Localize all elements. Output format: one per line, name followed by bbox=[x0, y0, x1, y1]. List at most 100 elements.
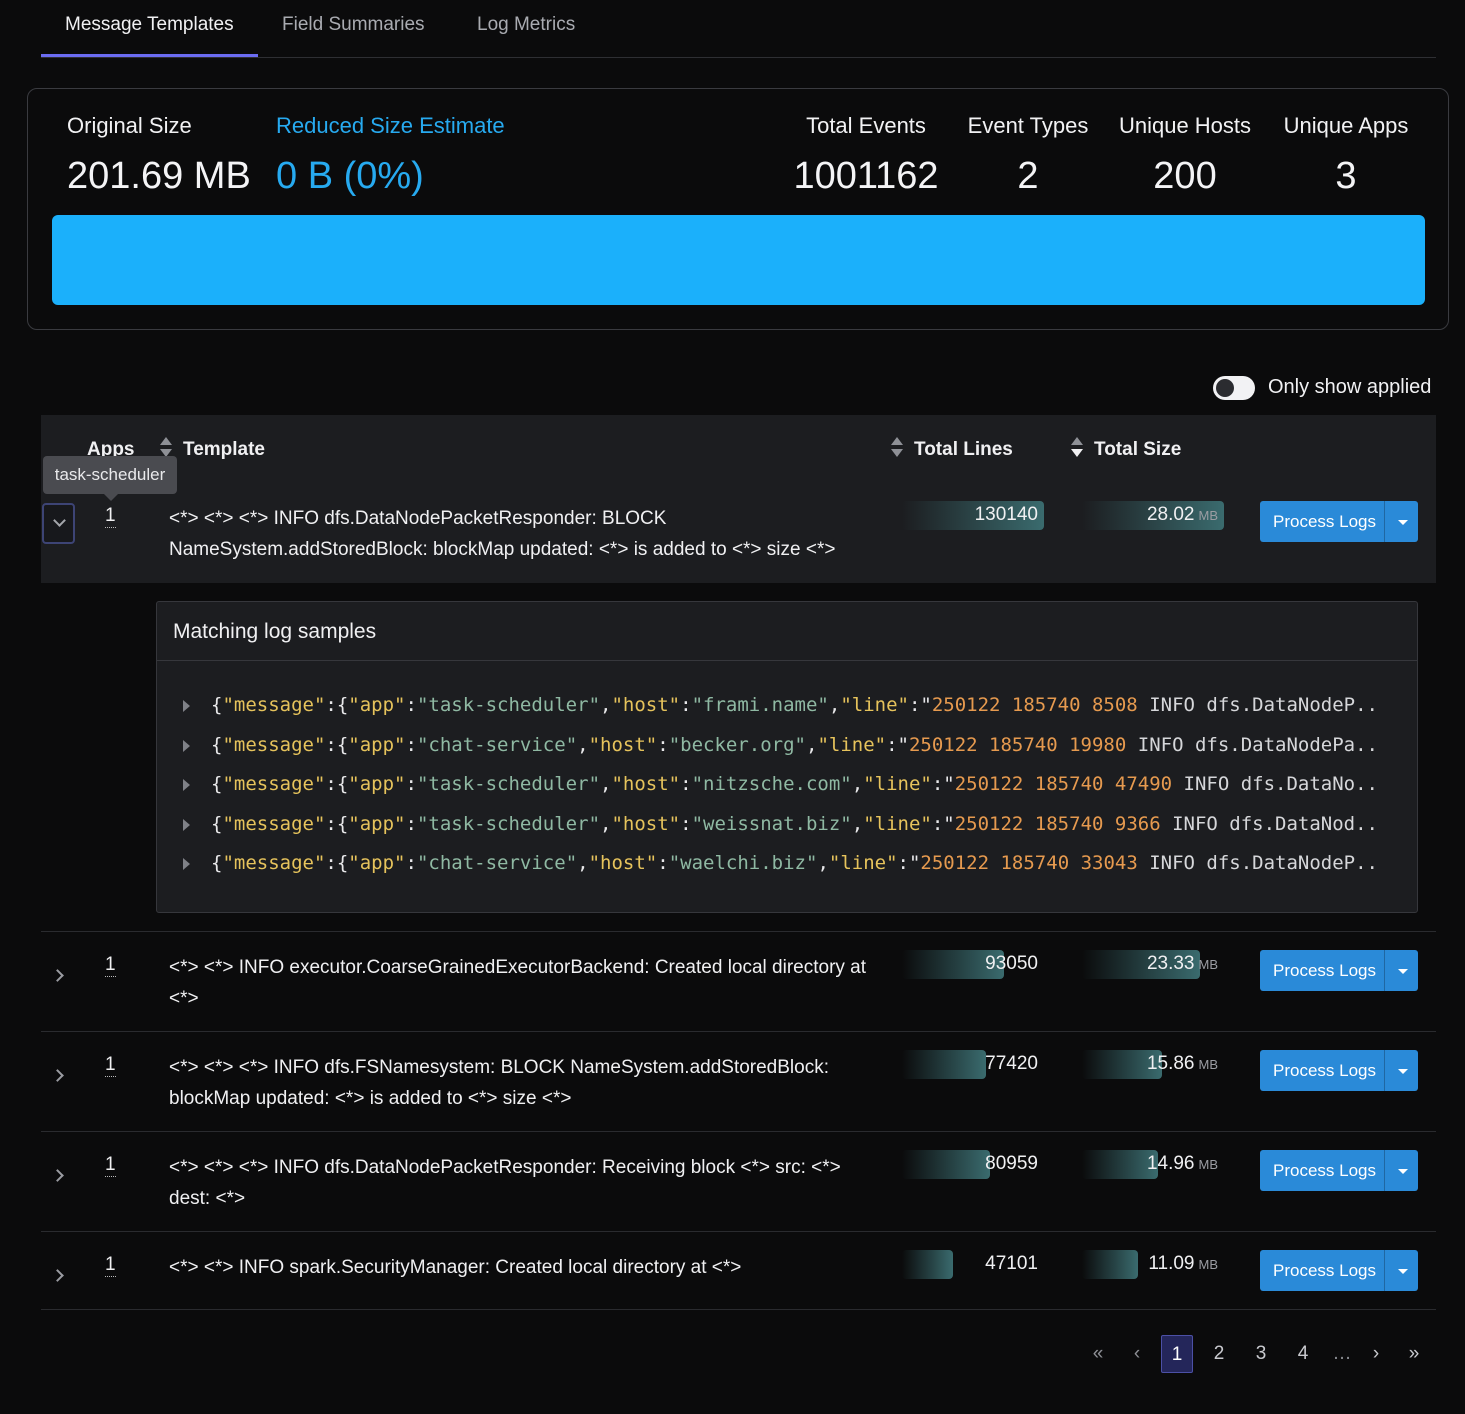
process-logs-button[interactable]: Process Logs bbox=[1260, 1150, 1418, 1191]
total-lines-value: 47101 bbox=[985, 1253, 1038, 1274]
total-size-value: 28.02 MB bbox=[1147, 504, 1218, 526]
apps-count[interactable]: 1 bbox=[105, 1154, 116, 1177]
sample-line-number: 250122 185740 33043 bbox=[920, 852, 1138, 874]
unique-hosts-value: 200 bbox=[1153, 155, 1217, 197]
sample-app: task-scheduler bbox=[428, 813, 589, 835]
collapse-chevron-icon[interactable] bbox=[42, 503, 75, 544]
summary-card: Original Size 201.69 MB Reduced Size Est… bbox=[27, 88, 1449, 330]
total-lines-value: 93050 bbox=[985, 953, 1038, 974]
tooltip-arrow bbox=[104, 494, 118, 501]
process-logs-button[interactable]: Process Logs bbox=[1260, 501, 1418, 542]
button-divider bbox=[1384, 1150, 1385, 1191]
apps-count[interactable]: 1 bbox=[105, 954, 116, 977]
sample-rest: INFO dfs.DataNodeP... bbox=[1149, 852, 1381, 874]
dropdown-caret-icon[interactable] bbox=[1398, 1069, 1408, 1074]
size-number: 23.33 bbox=[1146, 953, 1195, 974]
reduced-size-value: 0 B (0%) bbox=[276, 155, 424, 197]
sample-app: task-scheduler bbox=[428, 694, 589, 716]
size-unit: MB bbox=[1198, 957, 1219, 972]
dropdown-caret-icon[interactable] bbox=[1398, 1169, 1408, 1174]
expand-chevron-icon[interactable] bbox=[47, 1165, 69, 1187]
column-header-total-lines[interactable]: Total Lines bbox=[914, 439, 1013, 461]
original-size-value: 201.69 MB bbox=[67, 155, 251, 197]
process-logs-label: Process Logs bbox=[1273, 1161, 1376, 1180]
total-events-value: 1001162 bbox=[793, 155, 939, 197]
next-page-button[interactable]: › bbox=[1360, 1335, 1392, 1373]
expand-triangle-icon[interactable] bbox=[183, 700, 190, 712]
expand-chevron-icon[interactable] bbox=[47, 965, 69, 987]
total-size-value: 11.09 MB bbox=[1148, 1253, 1218, 1275]
only-show-applied-toggle[interactable] bbox=[1213, 376, 1255, 400]
sort-icon[interactable] bbox=[890, 437, 904, 459]
sample-rest: INFO dfs.DataNo... bbox=[1183, 773, 1381, 795]
tab-message-templates[interactable]: Message Templates bbox=[65, 14, 234, 36]
page-2-button[interactable]: 2 bbox=[1203, 1335, 1235, 1373]
sample-host: weissnat.biz bbox=[703, 813, 841, 835]
apps-count[interactable]: 1 bbox=[105, 1254, 116, 1277]
expand-triangle-icon[interactable] bbox=[183, 858, 190, 870]
log-sample-line[interactable]: {"message":{"app":"task-scheduler","host… bbox=[181, 693, 1381, 721]
only-show-applied-label: Only show applied bbox=[1268, 376, 1432, 398]
page-1-button[interactable]: 1 bbox=[1161, 1335, 1193, 1373]
expand-triangle-icon[interactable] bbox=[183, 740, 190, 752]
log-sample-line[interactable]: {"message":{"app":"chat-service","host":… bbox=[181, 851, 1381, 879]
process-logs-button[interactable]: Process Logs bbox=[1260, 1250, 1418, 1291]
total-lines-bar bbox=[902, 1150, 990, 1179]
last-page-button[interactable]: » bbox=[1398, 1335, 1430, 1373]
size-reduction-bar bbox=[52, 215, 1425, 305]
sample-app: chat-service bbox=[428, 734, 566, 756]
tab-field-summaries[interactable]: Field Summaries bbox=[282, 14, 425, 36]
process-logs-button[interactable]: Process Logs bbox=[1260, 950, 1418, 991]
size-number: 15.86 bbox=[1146, 1053, 1195, 1074]
sample-rest: INFO dfs.DataNod... bbox=[1172, 813, 1381, 835]
event-types-label: Event Types bbox=[967, 113, 1089, 138]
original-size-label: Original Size bbox=[67, 113, 192, 138]
total-lines-bar bbox=[902, 1050, 986, 1079]
page-3-button[interactable]: 3 bbox=[1245, 1335, 1277, 1373]
expand-triangle-icon[interactable] bbox=[183, 779, 190, 791]
sample-rest: INFO dfs.DataNodePa... bbox=[1137, 734, 1381, 756]
process-logs-label: Process Logs bbox=[1273, 1261, 1376, 1280]
column-header-template[interactable]: Template bbox=[183, 439, 265, 461]
size-unit: MB bbox=[1198, 1157, 1219, 1172]
total-size-value: 14.96 MB bbox=[1147, 1153, 1218, 1175]
size-number: 11.09 bbox=[1148, 1253, 1195, 1274]
total-size-value: 15.86 MB bbox=[1147, 1053, 1218, 1075]
process-logs-button[interactable]: Process Logs bbox=[1260, 1050, 1418, 1091]
dropdown-caret-icon[interactable] bbox=[1398, 520, 1408, 525]
expand-triangle-icon[interactable] bbox=[183, 819, 190, 831]
apps-count[interactable]: 1 bbox=[105, 1054, 116, 1077]
button-divider bbox=[1384, 950, 1385, 991]
template-text: <*> <*> <*> INFO dfs.DataNodePacketRespo… bbox=[169, 508, 836, 560]
log-sample-line[interactable]: {"message":{"app":"chat-service","host":… bbox=[181, 733, 1381, 761]
tab-log-metrics[interactable]: Log Metrics bbox=[477, 14, 575, 36]
first-page-button[interactable]: « bbox=[1082, 1335, 1114, 1373]
table-header: Apps Template Total Lines Total Size bbox=[41, 415, 1436, 483]
size-unit: MB bbox=[1198, 508, 1219, 523]
expand-chevron-icon[interactable] bbox=[47, 1265, 69, 1287]
tab-bar: Message Templates Field Summaries Log Me… bbox=[41, 0, 1436, 58]
page-4-button[interactable]: 4 bbox=[1287, 1335, 1319, 1373]
dropdown-caret-icon[interactable] bbox=[1398, 1269, 1408, 1274]
total-lines-bar bbox=[902, 1250, 953, 1279]
event-types-value: 2 bbox=[1017, 155, 1039, 197]
expand-chevron-icon[interactable] bbox=[47, 1065, 69, 1087]
dropdown-caret-icon[interactable] bbox=[1398, 969, 1408, 974]
template-text: <*> <*> INFO executor.CoarseGrainedExecu… bbox=[169, 957, 867, 1009]
reduced-size-label: Reduced Size Estimate bbox=[276, 113, 505, 138]
total-lines-value: 80959 bbox=[985, 1153, 1038, 1174]
matching-log-samples-panel: Matching log samples {"message":{"app":"… bbox=[156, 601, 1418, 913]
log-sample-line[interactable]: {"message":{"app":"task-scheduler","host… bbox=[181, 772, 1381, 800]
total-events-label: Total Events bbox=[806, 113, 926, 138]
button-divider bbox=[1384, 501, 1385, 542]
previous-page-button[interactable]: ‹ bbox=[1121, 1335, 1153, 1373]
sample-app: chat-service bbox=[428, 852, 566, 874]
apps-count[interactable]: 1 bbox=[105, 505, 116, 528]
button-divider bbox=[1384, 1050, 1385, 1091]
sort-descending-icon[interactable] bbox=[1070, 437, 1084, 459]
column-header-total-size[interactable]: Total Size bbox=[1094, 439, 1181, 461]
table-row: 1 <*> <*> INFO spark.SecurityManager: Cr… bbox=[41, 1232, 1436, 1310]
sample-line-number: 250122 185740 47490 bbox=[954, 773, 1173, 795]
sample-line-number: 250122 185740 9366 bbox=[954, 813, 1161, 835]
log-sample-line[interactable]: {"message":{"app":"task-scheduler","host… bbox=[181, 812, 1381, 840]
